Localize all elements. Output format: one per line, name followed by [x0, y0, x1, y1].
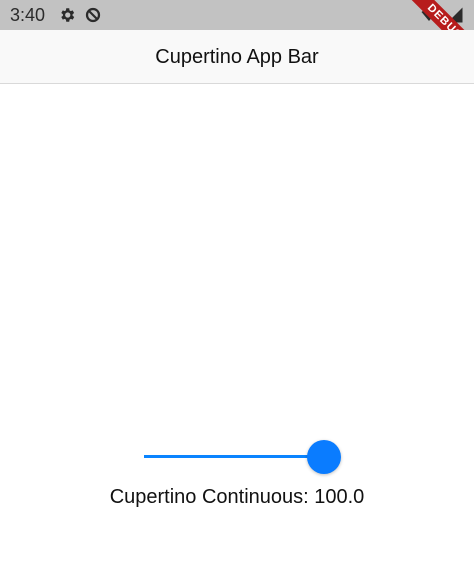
status-time: 3:40 [10, 5, 46, 25]
gear-icon [61, 8, 75, 22]
sync-disabled-icon [85, 7, 101, 23]
app-bar: Cupertino App Bar [0, 30, 474, 84]
slider-thumb[interactable] [307, 440, 341, 474]
cupertino-slider[interactable] [144, 440, 344, 474]
slider-value-label: Cupertino Continuous: 100.0 [109, 486, 365, 508]
slider-track[interactable] [144, 455, 324, 458]
slider-active-track [144, 455, 324, 458]
page-title: Cupertino App Bar [155, 46, 319, 68]
